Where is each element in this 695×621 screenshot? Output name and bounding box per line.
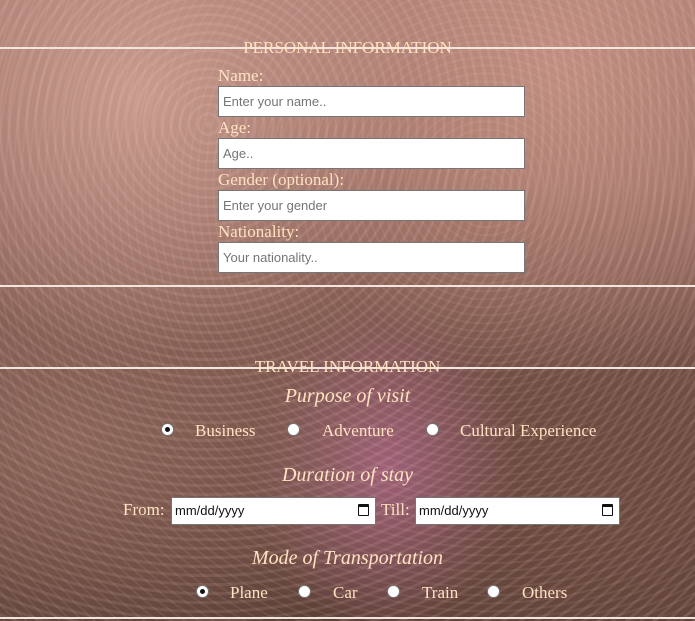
age-input[interactable]: [218, 138, 525, 169]
name-input[interactable]: [218, 86, 525, 117]
transport-label-plane: Plane: [230, 583, 268, 602]
till-date-input[interactable]: mm/dd/yyyy: [415, 497, 620, 525]
purpose-label-business: Business: [195, 421, 256, 440]
calendar-icon[interactable]: [602, 504, 613, 516]
till-date-format: mm/dd/yyyy: [419, 503, 489, 518]
from-label: From:: [123, 500, 165, 519]
transport-radio-train[interactable]: [387, 585, 400, 598]
transport-label-others: Others: [522, 583, 568, 602]
personal-legend: PERSONAL INFORMATION: [0, 38, 695, 58]
transport-label-train: Train: [422, 583, 459, 602]
purpose-label-cultural: Cultural Experience: [460, 421, 597, 440]
gender-input[interactable]: [218, 190, 525, 221]
calendar-icon[interactable]: [358, 504, 369, 516]
travel-section-bottom-border: [0, 617, 695, 619]
travel-legend-text: TRAVEL INFORMATION: [254, 357, 441, 376]
age-label: Age:: [218, 118, 252, 137]
transport-radio-plane[interactable]: [196, 585, 209, 598]
personal-section-bottom-border: [0, 285, 695, 287]
transport-radio-others[interactable]: [487, 585, 500, 598]
name-label: Name:: [218, 66, 264, 85]
purpose-radio-group: Business Adventure Cultural Experience: [0, 420, 695, 444]
nationality-input[interactable]: [218, 242, 525, 273]
personal-legend-text: PERSONAL INFORMATION: [243, 38, 452, 57]
purpose-radio-cultural[interactable]: [426, 423, 439, 436]
from-date-input[interactable]: mm/dd/yyyy: [171, 497, 376, 525]
transport-label-car: Car: [333, 583, 358, 602]
purpose-label-adventure: Adventure: [322, 421, 394, 440]
nationality-label: Nationality:: [218, 222, 300, 241]
transport-radio-car[interactable]: [298, 585, 311, 598]
purpose-radio-business[interactable]: [161, 423, 174, 436]
till-label: Till:: [381, 500, 410, 519]
transport-heading: Mode of Transportation: [251, 547, 444, 569]
purpose-radio-adventure[interactable]: [287, 423, 300, 436]
purpose-heading: Purpose of visit: [284, 385, 411, 407]
from-date-format: mm/dd/yyyy: [175, 503, 245, 518]
duration-heading: Duration of stay: [281, 464, 414, 486]
transport-radio-group: Plane Car Train Others: [0, 582, 695, 606]
gender-label: Gender (optional):: [218, 170, 345, 189]
travel-legend: TRAVEL INFORMATION: [0, 357, 695, 377]
